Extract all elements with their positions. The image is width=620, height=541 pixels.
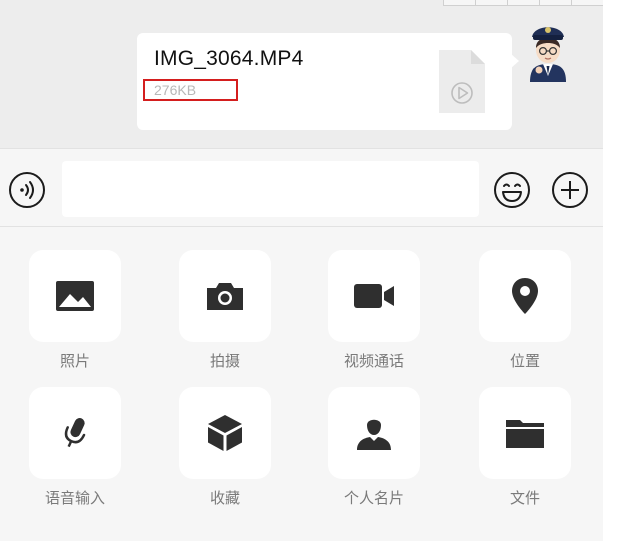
panel-item-video-call[interactable]: 视频通话	[328, 250, 420, 371]
location-pin-icon	[512, 278, 538, 314]
panel-item-location[interactable]: 位置	[479, 250, 571, 371]
panel-item-label: 文件	[509, 489, 540, 507]
microphone-icon	[64, 418, 86, 448]
user-avatar[interactable]	[522, 20, 574, 82]
panel-item-favorites-box[interactable]	[179, 387, 271, 479]
panel-item-location-box[interactable]	[479, 250, 571, 342]
voice-input-button[interactable]	[8, 171, 46, 209]
photo-icon	[56, 281, 94, 311]
top-edge-strip	[443, 0, 603, 6]
panel-item-file[interactable]: 文件	[479, 387, 571, 508]
file-name: IMG_3064.MP4	[154, 47, 304, 70]
panel-item-label: 位置	[509, 352, 540, 370]
file-size: 276KB	[143, 79, 238, 101]
panel-item-video-call-box[interactable]	[328, 250, 420, 342]
video-file-icon	[439, 50, 485, 113]
camera-icon	[207, 283, 243, 310]
panel-item-camera[interactable]: 拍摄	[179, 250, 271, 371]
panel-item-contact-card[interactable]: 个人名片	[328, 387, 420, 508]
more-functions-panel: 照片 拍摄 视频通话 位置 语音输入 收藏 个人名片 文件	[0, 227, 603, 541]
panel-item-photo-box[interactable]	[29, 250, 121, 342]
panel-item-label: 语音输入	[44, 489, 105, 507]
panel-item-voice-input-box[interactable]	[29, 387, 121, 479]
favorites-box-icon	[208, 415, 242, 451]
chat-screen: IMG_3064.MP4 276KB 照片 拍摄 视频通话 位置 语音输入 收藏…	[0, 0, 603, 541]
folder-icon	[506, 420, 544, 448]
message-area[interactable]: IMG_3064.MP4 276KB	[0, 0, 603, 148]
message-input[interactable]	[62, 161, 479, 217]
panel-item-file-box[interactable]	[479, 387, 571, 479]
video-call-icon	[354, 284, 394, 308]
panel-item-camera-box[interactable]	[179, 250, 271, 342]
panel-item-favorites[interactable]: 收藏	[179, 387, 271, 508]
panel-item-voice-input[interactable]: 语音输入	[29, 387, 121, 508]
panel-item-label: 照片	[59, 352, 90, 370]
panel-item-contact-card-box[interactable]	[328, 387, 420, 479]
file-message-bubble[interactable]: IMG_3064.MP4 276KB	[137, 33, 512, 130]
panel-item-label: 视频通话	[343, 352, 404, 370]
panel-item-label: 拍摄	[209, 352, 240, 370]
contact-card-icon	[357, 419, 391, 450]
bubble-tail	[511, 54, 519, 68]
panel-item-label: 收藏	[209, 489, 240, 507]
input-bar	[0, 148, 603, 227]
emoji-button[interactable]	[493, 171, 531, 209]
more-functions-button[interactable]	[551, 171, 589, 209]
panel-item-photo[interactable]: 照片	[29, 250, 121, 371]
panel-item-label: 个人名片	[343, 489, 404, 507]
